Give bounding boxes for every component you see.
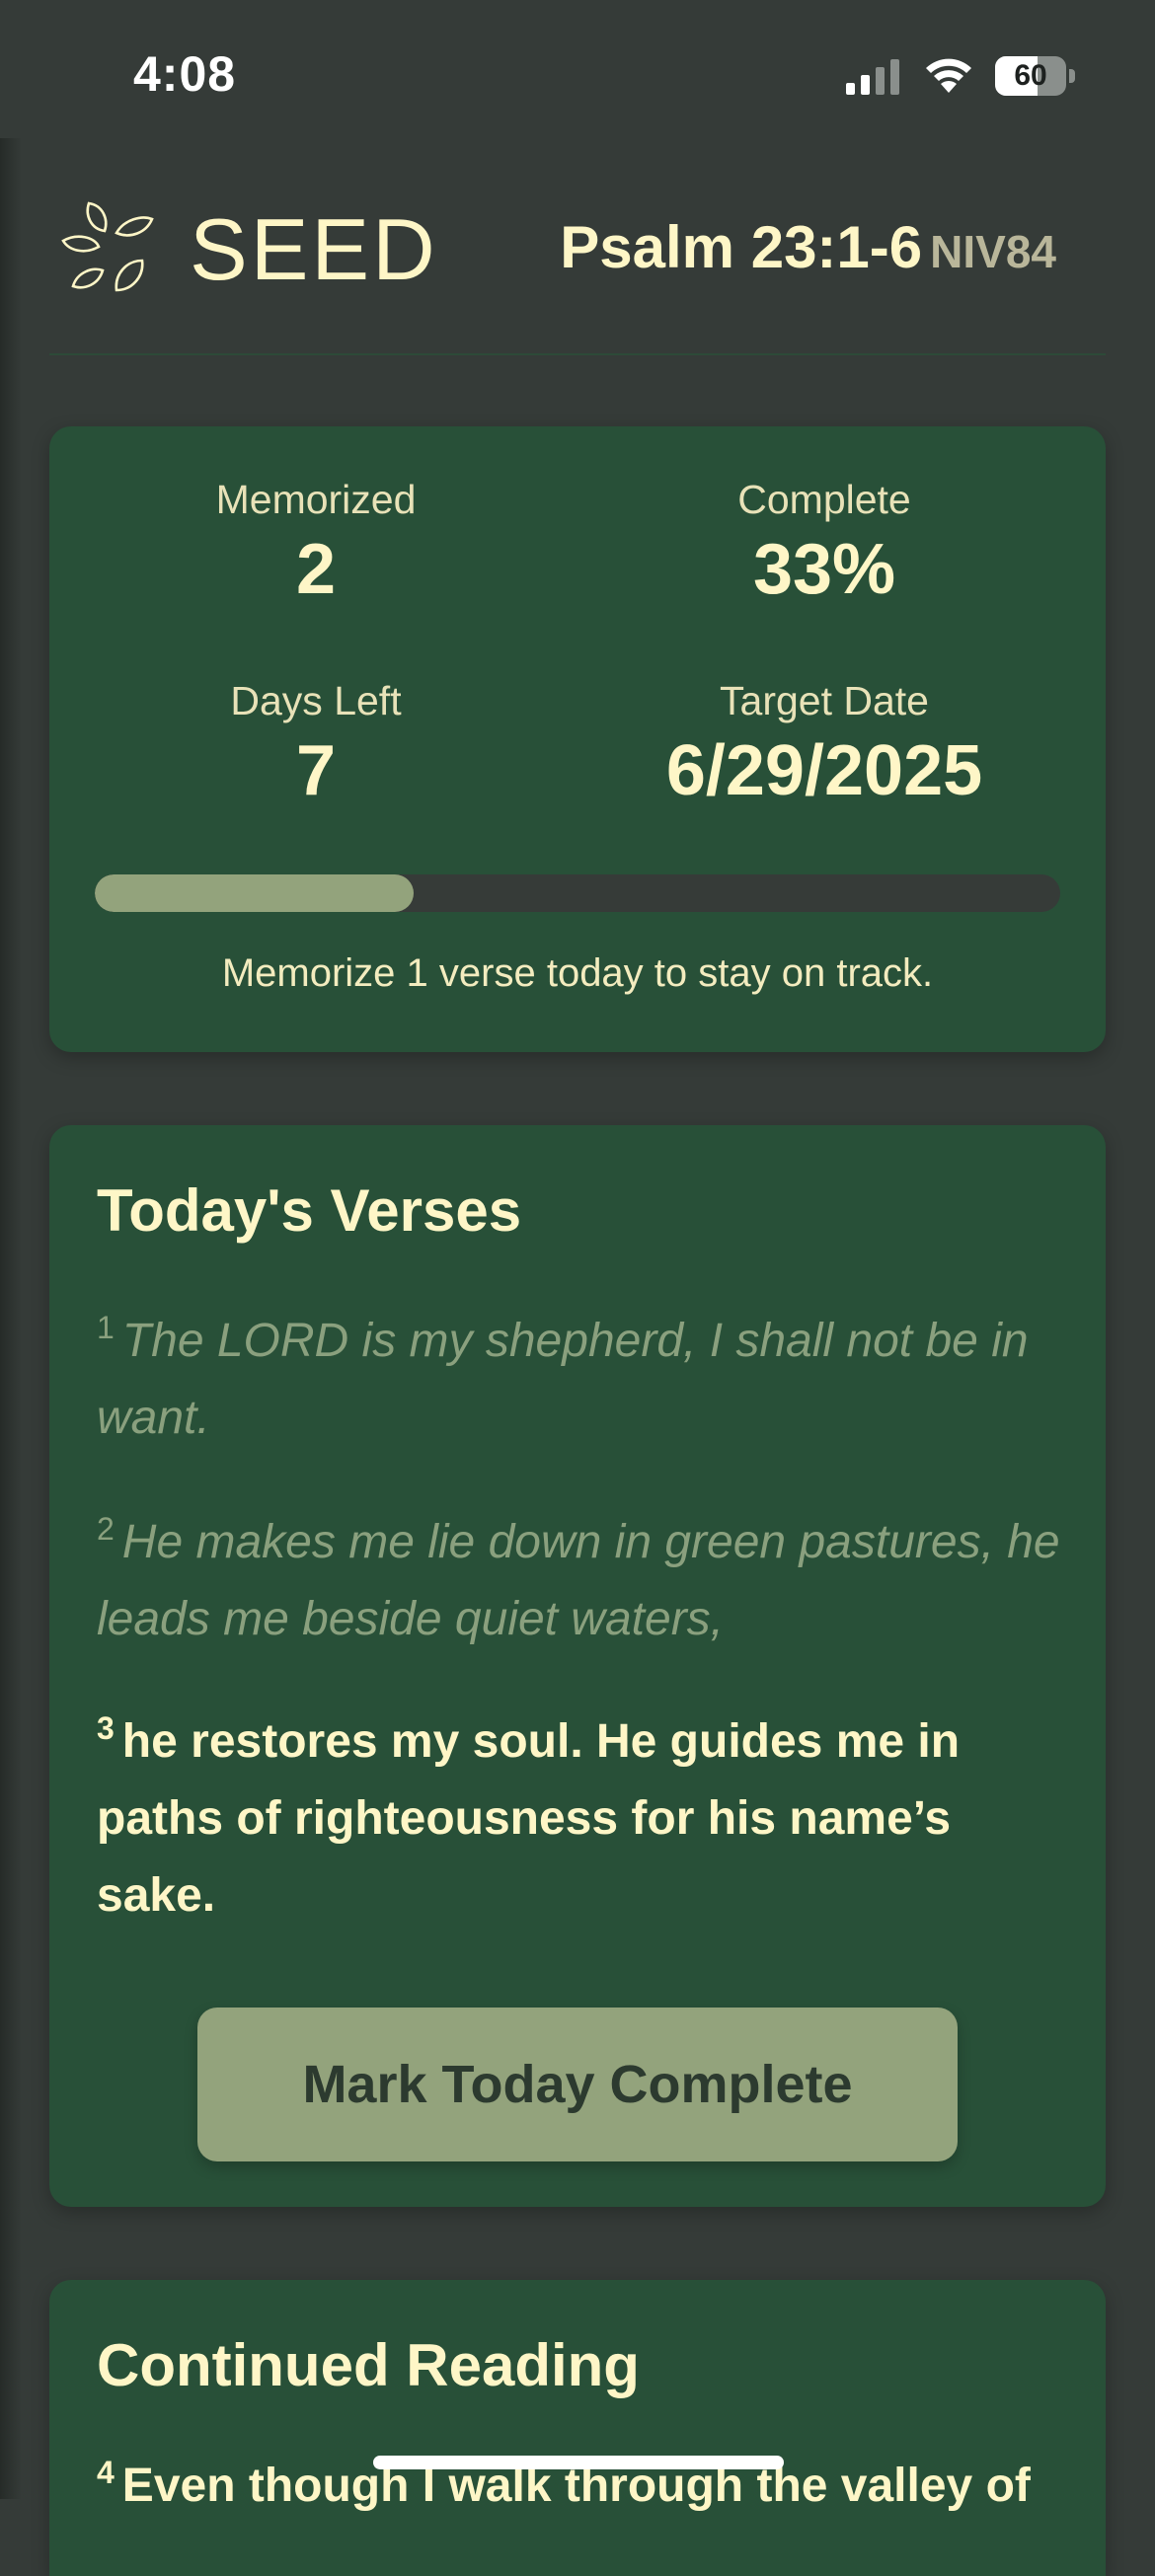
mark-today-complete-button[interactable]: Mark Today Complete: [197, 2008, 958, 2161]
verse-text: The LORD is my shepherd, I shall not be …: [97, 1315, 1029, 1444]
stat-value: 6/29/2025: [665, 731, 983, 810]
stat-label: Target Date: [720, 678, 929, 723]
wifi-icon: [926, 58, 971, 93]
verse-item[interactable]: 3 he restores my soul. He guides me in pa…: [97, 1704, 1064, 1934]
verse-text: He makes me lie down in green pastures, …: [97, 1516, 1060, 1645]
home-indicator[interactable]: [373, 2456, 784, 2469]
passage-reference: Psalm 23:1-6: [560, 214, 923, 280]
stat-value: 33%: [752, 530, 896, 609]
verse-number: 4: [97, 2455, 115, 2490]
section-heading: Today's Verses: [97, 1177, 522, 1244]
verse-item[interactable]: 2 He makes me lie down in green pastures,…: [97, 1504, 1064, 1658]
stat-value: 2: [295, 530, 337, 609]
on-track-message: Memorize 1 verse today to stay on track.: [221, 951, 934, 995]
stat-label: Complete: [737, 477, 911, 522]
seed-leaves-icon: [61, 201, 154, 292]
stat-label: Memorized: [215, 477, 417, 522]
continued-reading-card: Continued Reading 4 Even though I walk th…: [49, 2280, 1106, 2576]
app-logo-text: SEED: [190, 200, 438, 298]
todays-verses-card: Today's Verses 1 The LORD is my shepherd,…: [49, 1125, 1106, 2207]
status-time: 4:08: [133, 46, 237, 102]
progress-stats-card: Memorized 2 Complete 33% Days Left 7 Tar…: [49, 426, 1106, 1052]
stat-complete: Complete 33%: [597, 477, 1051, 609]
bible-version: NIV84: [930, 226, 1056, 277]
stat-memorized: Memorized 2: [89, 477, 543, 609]
verse-number: 1: [97, 1310, 115, 1345]
verse-number: 3: [97, 1710, 115, 1746]
section-heading: Continued Reading: [97, 2332, 640, 2398]
status-bar: 4:08 60: [0, 0, 1155, 148]
verse-text: he restores my soul. He guides me in pat…: [97, 1715, 961, 1922]
verse-item[interactable]: 1 The LORD is my shepherd, I shall not be…: [97, 1303, 1064, 1457]
stat-target-date: Target Date 6/29/2025: [597, 678, 1051, 810]
stat-value: 7: [295, 731, 337, 810]
battery-level: 60: [1014, 59, 1047, 92]
passage-selector[interactable]: Psalm 23:1-6 NIV84: [560, 213, 1056, 281]
progress-bar: [95, 874, 1060, 912]
verse-number: 2: [97, 1511, 115, 1547]
stat-label: Days Left: [230, 678, 402, 723]
battery-icon: 60: [995, 56, 1076, 96]
stat-days-left: Days Left 7: [89, 678, 543, 810]
drawer-edge: [0, 138, 22, 2499]
app-header: SEED Psalm 23:1-6 NIV84: [49, 188, 1106, 355]
progress-bar-fill: [95, 874, 414, 912]
cellular-signal-icon: [846, 59, 899, 95]
